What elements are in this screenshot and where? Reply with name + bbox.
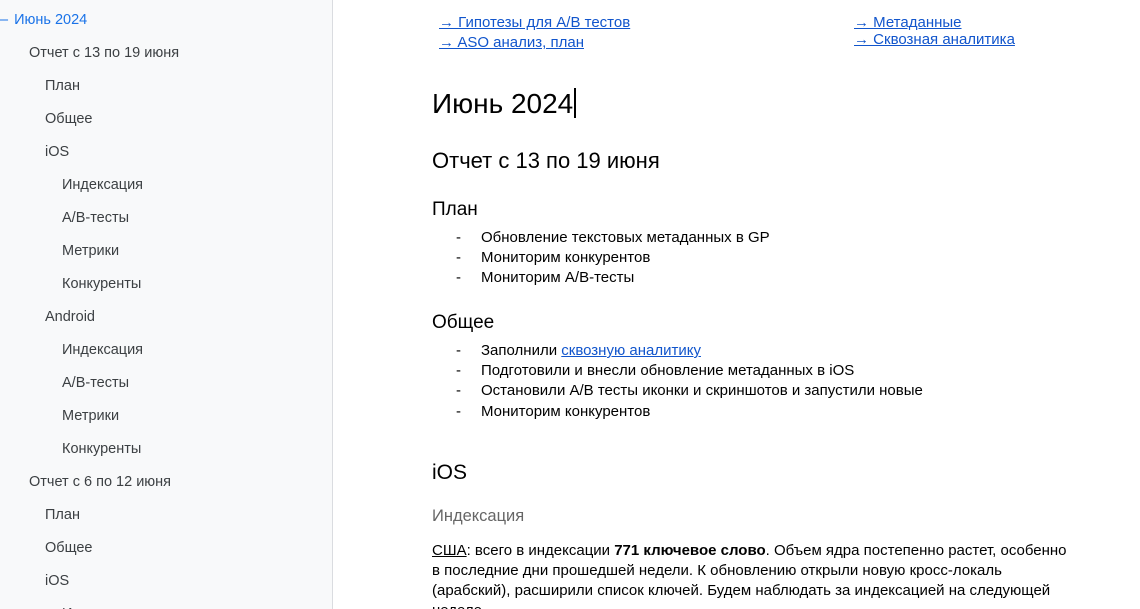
paragraph-text: : всего в индексации xyxy=(466,542,615,559)
outline-item-label: Общее xyxy=(45,111,93,127)
bullet-marker: - xyxy=(456,229,461,246)
collapse-dash-icon[interactable]: – xyxy=(0,12,8,28)
heading-text: Июнь 2024 xyxy=(432,88,574,119)
list-item: - Мониторим A/B-тесты xyxy=(453,268,770,288)
list-item-text: Мониторим A/B-тесты xyxy=(481,269,635,287)
link-e2e-analytics[interactable]: → Сквозная аналитика xyxy=(854,31,1015,49)
list-item-text: Остановили A/B тесты иконки и скриншотов… xyxy=(481,382,923,400)
list-item-text: Обновление текстовых метаданных в GP xyxy=(481,229,770,246)
outline-item[interactable]: iOS xyxy=(45,569,69,593)
heading-report-13-19: Отчет с 13 по 19 июня xyxy=(432,148,660,173)
link-metadata[interactable]: → Метаданные xyxy=(854,14,962,32)
heading-plan: План xyxy=(432,199,478,220)
link-e2e-analytics-inline[interactable]: сквозную аналитику xyxy=(561,342,701,359)
outline-item-label: Конкуренты xyxy=(62,441,142,457)
keyword-count: 771 ключевое слово xyxy=(614,542,766,559)
outline-item[interactable]: Общее xyxy=(45,536,92,560)
link-aso-analysis[interactable]: → ASO анализ, план xyxy=(439,34,584,52)
list-item: - Остановили A/B тесты иконки и скриншото… xyxy=(453,381,923,401)
document-outline: – Июнь 2024 Отчет с 13 по 19 июня План Общее… xyxy=(0,0,333,609)
outline-item-label: Общее xyxy=(45,540,93,556)
outline-item-label: Конкуренты xyxy=(62,276,142,292)
list-item: - Мониторим конкурентов xyxy=(453,402,923,422)
outline-item-label: Метрики xyxy=(62,408,120,424)
plan-list: - Обновление текстовых метаданных в GP - М… xyxy=(453,228,770,289)
outline-item[interactable]: Конкуренты xyxy=(62,437,141,461)
outline-item[interactable]: Общее xyxy=(45,107,92,131)
outline-item-label: A/B-тесты xyxy=(62,210,130,226)
outline-item-label: iOS xyxy=(45,573,70,589)
outline-item-label: Индексация xyxy=(62,177,144,193)
outline-item[interactable]: iOS xyxy=(45,140,69,164)
outline-item-label: План xyxy=(45,507,80,523)
outline-item[interactable]: Индексация xyxy=(62,173,143,197)
list-item: - Подготовили и внесли обновление метадан… xyxy=(453,361,923,381)
outline-item[interactable]: Конкуренты xyxy=(62,272,141,296)
outline-item[interactable]: A/B-тесты xyxy=(62,206,129,230)
document-body: → Гипотезы для A/B тестов → ASO анализ, … xyxy=(333,0,1140,609)
heading-general: Общее xyxy=(432,312,495,333)
heading-ios: iOS xyxy=(432,461,468,484)
list-item: - Мониторим конкурентов xyxy=(453,248,770,268)
outline-item[interactable]: Индексация xyxy=(62,602,143,609)
outline-item[interactable]: Отчет с 13 по 19 июня xyxy=(29,41,179,65)
heading-june-2024[interactable]: Июнь 2024 xyxy=(432,86,577,122)
bullet-marker: - xyxy=(456,342,461,359)
general-list: - Заполнили сквозную аналитику - Подготови… xyxy=(453,341,923,422)
list-item-text: Мониторим конкурентов xyxy=(481,402,651,420)
text-cursor xyxy=(574,88,577,118)
outline-item[interactable]: Android xyxy=(45,305,95,329)
bullet-marker: - xyxy=(456,362,461,380)
heading-indexing: Индексация xyxy=(432,507,525,525)
list-item-text: Мониторим конкурентов xyxy=(481,249,651,267)
outline-item-label: План xyxy=(45,78,80,94)
outline-item-label: Индексация xyxy=(62,342,144,358)
bullet-marker: - xyxy=(456,402,461,420)
outline-item-label: Июнь 2024 xyxy=(14,12,88,28)
outline-item-label: Android xyxy=(45,309,95,325)
outline-item[interactable]: – Июнь 2024 xyxy=(0,8,87,32)
outline-item-label: iOS xyxy=(45,144,70,160)
outline-item[interactable]: План xyxy=(45,503,80,527)
list-item: - Обновление текстовых метаданных в GP xyxy=(453,228,770,248)
bullet-marker: - xyxy=(456,249,461,267)
outline-item[interactable]: План xyxy=(45,74,80,98)
outline-item-label: A/B-тесты xyxy=(62,375,130,391)
outline-item[interactable]: Отчет с 6 по 12 июня xyxy=(29,470,171,494)
outline-item[interactable]: A/B-тесты xyxy=(62,371,129,395)
bullet-marker: - xyxy=(456,269,461,287)
outline-item[interactable]: Метрики xyxy=(62,404,119,428)
bullet-marker: - xyxy=(456,382,461,400)
list-item-text: Заполнили xyxy=(481,342,562,359)
list-item: - Заполнили сквозную аналитику xyxy=(453,341,923,361)
country-label: США xyxy=(432,542,467,559)
outline-item-label: Отчет с 6 по 12 июня xyxy=(29,474,172,490)
outline-item[interactable]: Индексация xyxy=(62,338,143,362)
outline-item-label: Метрики xyxy=(62,243,120,259)
list-item-text: Подготовили и внесли обновление метаданн… xyxy=(481,362,855,380)
indexing-paragraph: США: всего в индексации 771 ключевое сло… xyxy=(432,541,1072,609)
link-ab-hypotheses[interactable]: → Гипотезы для A/B тестов xyxy=(439,14,630,32)
outline-item[interactable]: Метрики xyxy=(62,239,119,263)
outline-item-label: Отчет с 13 по 19 июня xyxy=(29,45,180,61)
